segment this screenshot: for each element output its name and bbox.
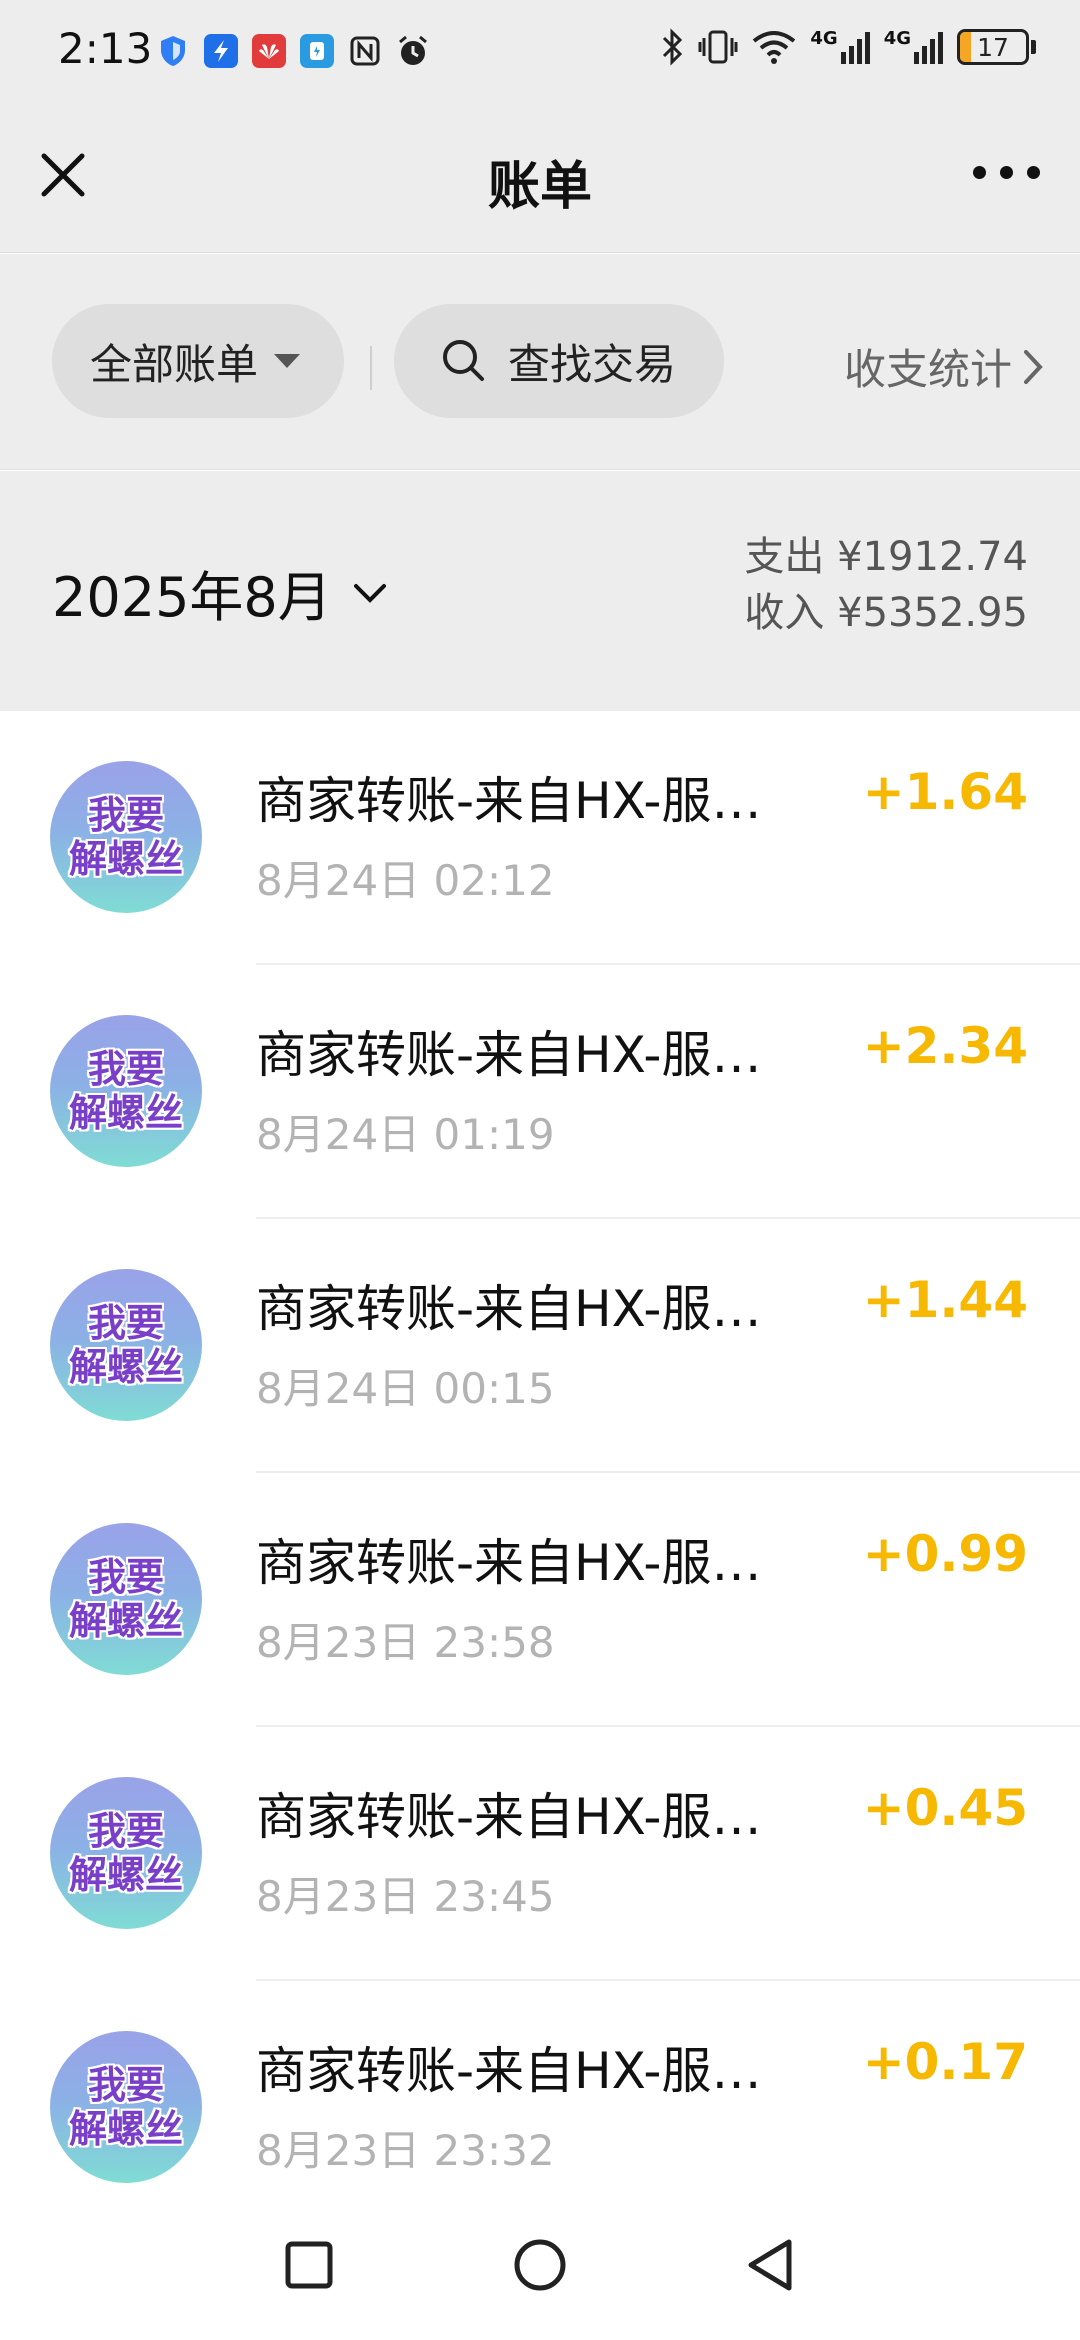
- income-line: 收入 ¥5352.95: [744, 585, 1028, 641]
- system-nav-bar: [0, 2190, 1080, 2340]
- signal-4g-icon: 4G: [810, 28, 870, 64]
- bluetooth-icon: [663, 28, 683, 66]
- avatar-text-line2: 解螺丝: [68, 837, 183, 881]
- transaction-title: 商家转账-来自HX-服…: [256, 772, 762, 830]
- avatar-text-line1: 我要: [87, 1047, 164, 1091]
- transaction-time: 8月23日 23:45: [256, 1872, 555, 1921]
- caret-down-icon: [274, 354, 301, 368]
- transaction-title: 商家转账-来自HX-服…: [256, 1534, 762, 1592]
- expense-line: 支出 ¥1912.74: [744, 529, 1028, 585]
- signal-4g-icon: 4G: [884, 30, 943, 64]
- income-label: 收入: [744, 590, 825, 636]
- search-label: 查找交易: [508, 339, 677, 389]
- back-triangle-icon[interactable]: [736, 2230, 806, 2300]
- transaction-title: 商家转账-来自HX-服…: [256, 2042, 762, 2100]
- signal-4g-label: 4G: [883, 28, 911, 49]
- battery-fill: [960, 32, 972, 62]
- income-value: ¥5352.95: [837, 590, 1028, 636]
- transaction-title: 商家转账-来自HX-服…: [256, 1788, 762, 1846]
- notification-icons: [156, 34, 430, 68]
- transaction-time: 8月23日 23:32: [256, 2126, 555, 2175]
- avatar-text-line1: 我要: [87, 1555, 164, 1599]
- transaction-row[interactable]: 我要 解螺丝 商家转账-来自HX-服… 8月24日 00:15 +1.44: [0, 1219, 1080, 1473]
- expense-value: ¥1912.74: [837, 534, 1028, 580]
- avatar-text-line2: 解螺丝: [68, 1599, 183, 1643]
- all-bills-dropdown[interactable]: 全部账单: [52, 304, 344, 418]
- merchant-avatar: 我要 解螺丝: [50, 1269, 202, 1421]
- stats-label: 收支统计: [843, 345, 1012, 394]
- avatar-text-line1: 我要: [87, 1809, 164, 1853]
- transaction-row[interactable]: 我要 解螺丝 商家转账-来自HX-服… 8月24日 02:12 +1.64: [0, 711, 1080, 965]
- status-time: 2:13: [58, 24, 153, 73]
- avatar-text-line1: 我要: [87, 793, 164, 837]
- huawei-icon: [252, 34, 286, 68]
- expense-label: 支出: [744, 534, 825, 580]
- transaction-amount: +2.34: [862, 1017, 1028, 1075]
- vibrate-icon: [698, 30, 738, 64]
- all-bills-label: 全部账单: [90, 339, 259, 389]
- merchant-avatar: 我要 解螺丝: [50, 1777, 202, 1929]
- shield-icon: [156, 34, 190, 68]
- transaction-amount: +0.17: [862, 2033, 1028, 2091]
- battery-level: 17: [977, 32, 1009, 62]
- title-bar: 账单: [0, 100, 1080, 253]
- divider: [370, 346, 372, 390]
- month-summary: 2025年8月 支出 ¥1912.74 收入 ¥5352.95: [0, 471, 1080, 711]
- signal-4g-label: 4G: [810, 28, 838, 49]
- merchant-avatar: 我要 解螺丝: [50, 1523, 202, 1675]
- filter-bar: 全部账单 查找交易 收支统计: [0, 254, 1080, 470]
- avatar-text-line2: 解螺丝: [68, 1853, 183, 1897]
- alarm-icon: [396, 34, 430, 68]
- system-icons: 4G 4G 17: [660, 28, 1036, 66]
- transaction-amount: +1.64: [862, 763, 1028, 821]
- transaction-title: 商家转账-来自HX-服…: [256, 1280, 762, 1338]
- nfc-icon: [348, 34, 382, 68]
- status-bar: 2:13 4G 4G 17: [0, 0, 1080, 100]
- home-circle-icon[interactable]: [505, 2230, 575, 2300]
- search-icon: [443, 340, 484, 381]
- avatar-text-line2: 解螺丝: [68, 2107, 183, 2151]
- summary-totals: 支出 ¥1912.74 收入 ¥5352.95: [744, 529, 1028, 641]
- chevron-down-icon: [353, 583, 386, 603]
- chevron-right-icon: [1024, 349, 1043, 384]
- transaction-time: 8月24日 00:15: [256, 1364, 555, 1413]
- search-transactions-button[interactable]: 查找交易: [394, 304, 724, 418]
- month-selector[interactable]: 2025年8月: [52, 553, 388, 632]
- avatar-text-line1: 我要: [87, 2063, 164, 2107]
- merchant-avatar: 我要 解螺丝: [50, 761, 202, 913]
- battery-icon: 17: [957, 29, 1029, 65]
- transaction-amount: +0.45: [862, 1779, 1028, 1837]
- battery-tip: [1031, 40, 1036, 54]
- avatar-text-line2: 解螺丝: [68, 1345, 183, 1389]
- page-title: 账单: [487, 157, 592, 217]
- transaction-row[interactable]: 我要 解螺丝 商家转账-来自HX-服… 8月23日 23:45 +0.45: [0, 1727, 1080, 1981]
- transaction-row[interactable]: 我要 解螺丝 商家转账-来自HX-服… 8月23日 23:58 +0.99: [0, 1473, 1080, 1727]
- transaction-list: 我要 解螺丝 商家转账-来自HX-服… 8月24日 02:12 +1.64 我要…: [0, 711, 1080, 2235]
- more-icon[interactable]: [973, 166, 1040, 179]
- avatar-text-line1: 我要: [87, 1301, 164, 1345]
- merchant-avatar: 我要 解螺丝: [50, 2031, 202, 2183]
- app-cyan-icon: [300, 34, 334, 68]
- avatar-text-line2: 解螺丝: [68, 1091, 183, 1135]
- transaction-row[interactable]: 我要 解螺丝 商家转账-来自HX-服… 8月24日 01:19 +2.34: [0, 965, 1080, 1219]
- recents-square-icon[interactable]: [274, 2230, 344, 2300]
- transaction-time: 8月24日 01:19: [256, 1110, 555, 1159]
- app-blue-icon: [204, 34, 238, 68]
- income-expense-stats-link[interactable]: 收支统计: [844, 336, 1044, 397]
- transaction-time: 8月24日 02:12: [256, 856, 555, 905]
- transaction-time: 8月23日 23:58: [256, 1618, 555, 1667]
- transaction-amount: +1.44: [862, 1271, 1028, 1329]
- merchant-avatar: 我要 解螺丝: [50, 1015, 202, 1167]
- month-label: 2025年8月: [52, 566, 332, 629]
- transaction-amount: +0.99: [862, 1525, 1028, 1583]
- wifi-icon: [753, 31, 796, 64]
- transaction-title: 商家转账-来自HX-服…: [256, 1026, 762, 1084]
